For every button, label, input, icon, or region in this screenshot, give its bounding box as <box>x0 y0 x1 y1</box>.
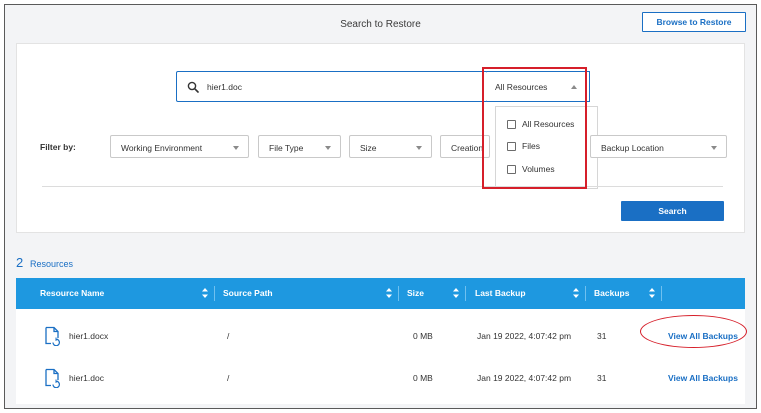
resource-scope-select[interactable]: All Resources <box>487 71 590 102</box>
size-select[interactable]: Size <box>349 135 432 158</box>
file-icon <box>45 326 60 346</box>
resource-name: hier1.doc <box>69 373 104 383</box>
sort-icon[interactable] <box>385 287 393 299</box>
working-environment-select[interactable]: Working Environment <box>110 135 249 158</box>
creation-select[interactable]: Creation <box>440 135 490 158</box>
chevron-up-icon <box>571 85 577 89</box>
option-label: Volumes <box>522 164 555 174</box>
option-label: All Resources <box>522 119 575 129</box>
column-header-backups[interactable]: Backups <box>594 288 629 298</box>
chevron-down-icon <box>325 146 331 150</box>
column-separator <box>661 286 662 301</box>
chevron-down-icon <box>416 146 422 150</box>
sort-icon[interactable] <box>201 287 209 299</box>
filter-by-label: Filter by: <box>40 142 76 152</box>
search-icon <box>187 81 199 93</box>
source-path: / <box>227 331 230 341</box>
resource-name: hier1.docx <box>69 331 109 341</box>
chevron-down-icon <box>233 146 239 150</box>
sort-icon[interactable] <box>648 287 656 299</box>
column-separator <box>398 286 399 301</box>
backups-count: 31 <box>597 331 607 341</box>
backup-location-select[interactable]: Backup Location <box>590 135 727 158</box>
column-separator <box>585 286 586 301</box>
chevron-down-icon <box>711 146 717 150</box>
app-frame: Search to Restore Browse to Restore hier… <box>4 4 757 409</box>
table-header: Resource Name Source Path Size Last Back… <box>16 278 745 309</box>
column-header-source-path[interactable]: Source Path <box>223 288 273 298</box>
column-header-size[interactable]: Size <box>407 288 424 298</box>
size-value: 0 MB <box>413 373 433 383</box>
option-files[interactable]: Files <box>507 140 540 152</box>
column-separator <box>214 286 215 301</box>
checkbox-volumes[interactable] <box>507 164 516 174</box>
search-input[interactable]: hier1.doc <box>176 71 488 102</box>
select-value: File Type <box>269 143 304 153</box>
option-label: Files <box>522 141 540 151</box>
resource-scope-value: All Resources <box>495 82 548 92</box>
table-row[interactable]: hier1.doc / 0 MB Jan 19 2022, 4:07:42 pm… <box>16 358 745 398</box>
last-backup-value: Jan 19 2022, 4:07:42 pm <box>477 373 572 383</box>
column-header-resource-name[interactable]: Resource Name <box>40 288 104 298</box>
size-value: 0 MB <box>413 331 433 341</box>
results-label: Resources <box>30 259 74 269</box>
option-all-resources[interactable]: All Resources <box>507 118 574 130</box>
top-bar: Search to Restore Browse to Restore <box>5 5 756 43</box>
browse-to-restore-button[interactable]: Browse to Restore <box>642 12 746 32</box>
view-all-backups-link[interactable]: View All Backups <box>668 373 738 383</box>
select-value: Size <box>360 143 377 153</box>
sort-icon[interactable] <box>452 287 460 299</box>
view-all-backups-link[interactable]: View All Backups <box>668 331 738 341</box>
option-volumes[interactable]: Volumes <box>507 163 555 175</box>
search-query-text: hier1.doc <box>207 82 242 92</box>
search-panel: hier1.doc All Resources All Resources Fi… <box>16 43 745 233</box>
results-count: 2 <box>16 255 24 270</box>
select-value: Backup Location <box>601 143 664 153</box>
sort-icon[interactable] <box>572 287 580 299</box>
backups-count: 31 <box>597 373 607 383</box>
table-row[interactable]: hier1.docx / 0 MB Jan 19 2022, 4:07:42 p… <box>16 316 745 356</box>
search-button[interactable]: Search <box>621 201 724 221</box>
select-value: Creation <box>451 143 484 153</box>
column-header-last-backup[interactable]: Last Backup <box>475 288 526 298</box>
column-separator <box>465 286 466 301</box>
checkbox-all-resources[interactable] <box>507 119 516 129</box>
source-path: / <box>227 373 230 383</box>
checkbox-files[interactable] <box>507 141 516 151</box>
file-type-select[interactable]: File Type <box>258 135 341 158</box>
last-backup-value: Jan 19 2022, 4:07:42 pm <box>477 331 572 341</box>
resources-table: Resource Name Source Path Size Last Back… <box>16 278 745 404</box>
divider <box>42 186 723 187</box>
select-value: Working Environment <box>121 143 203 153</box>
resource-scope-dropdown: All Resources Files Volumes <box>495 106 598 189</box>
file-icon <box>45 368 60 388</box>
